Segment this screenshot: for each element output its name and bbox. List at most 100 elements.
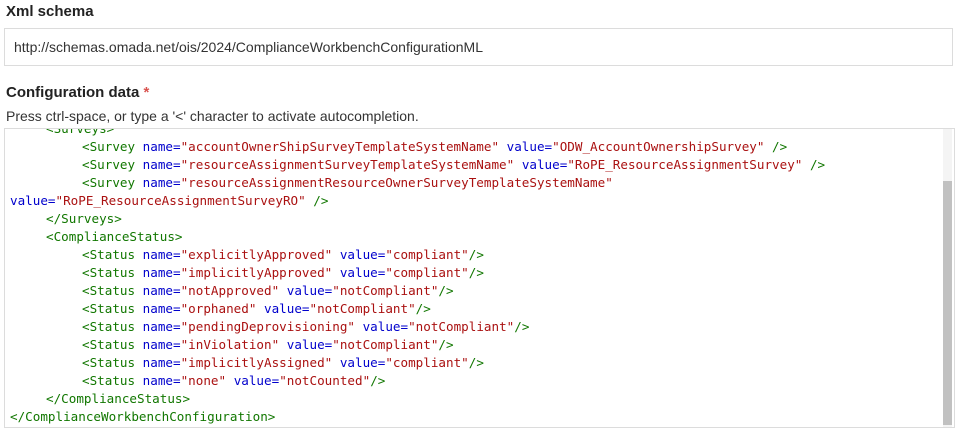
code-token: "implicitlyAssigned" — [180, 355, 333, 370]
code-token: value= — [339, 265, 386, 280]
code-token: "pendingDeprovisioning" — [180, 319, 355, 334]
code-token: value= — [339, 355, 386, 370]
code-line: <Survey name="accountOwnerShipSurveyTemp… — [10, 138, 825, 156]
code-token: <ComplianceStatus> — [46, 229, 183, 244]
code-token: name= — [142, 247, 181, 262]
code-token: name= — [142, 301, 181, 316]
code-token: name= — [142, 355, 181, 370]
code-token: <Status — [82, 301, 143, 316]
code-token: <Status — [82, 265, 143, 280]
code-token: <Status — [82, 283, 143, 298]
code-token: "resourceAssignmentSurveyTemplateSystemN… — [180, 157, 515, 172]
code-token: "resourceAssignmentResourceOwnerSurveyTe… — [180, 175, 613, 190]
code-token: name= — [142, 373, 181, 388]
code-token: value= — [521, 157, 568, 172]
code-token: "compliant" — [385, 355, 469, 370]
configuration-data-label: Configuration data * — [6, 84, 149, 101]
code-token: /> — [468, 265, 484, 280]
xml-schema-label: Xml schema — [6, 3, 94, 20]
code-token: /> — [305, 193, 329, 208]
code-line: <Status name="none" value="notCounted"/> — [10, 372, 825, 390]
code-token: <Status — [82, 337, 143, 352]
code-line: </ComplianceStatus> — [10, 390, 825, 408]
code-token: value= — [264, 301, 310, 316]
code-token: value= — [506, 139, 553, 154]
code-token: <Status — [82, 355, 143, 370]
code-token: "inViolation" — [180, 337, 280, 352]
code-token: name= — [142, 319, 181, 334]
code-token: "orphaned" — [180, 301, 257, 316]
code-token: "notApproved" — [180, 283, 280, 298]
code-token: /> — [370, 373, 386, 388]
code-token: <Survey — [82, 175, 143, 190]
code-token: <Status — [82, 319, 143, 334]
code-token: </ComplianceWorkbenchConfiguration> — [10, 409, 276, 424]
code-token: /> — [468, 355, 484, 370]
code-line: <Status name="notApproved" value="notCom… — [10, 282, 825, 300]
code-token: "none" — [180, 373, 227, 388]
code-token: /> — [468, 247, 484, 262]
code-token: "notCompliant" — [332, 337, 439, 352]
code-token: "compliant" — [385, 247, 469, 262]
code-token: "RoPE_ResourceAssignmentSurvey" — [567, 157, 803, 172]
code-token: <Surveys> — [46, 128, 115, 136]
code-token: "implicitlyApproved" — [180, 265, 333, 280]
configuration-code-editor[interactable]: <Surveys> <Survey name="accountOwnerShipS… — [4, 128, 955, 428]
editor-vertical-scrollbar[interactable] — [943, 129, 952, 427]
code-line: </ComplianceWorkbenchConfiguration> — [10, 408, 825, 426]
code-token: </ComplianceStatus> — [46, 391, 191, 406]
code-token: </Surveys> — [46, 211, 122, 226]
code-line: <Status name="implicitlyAssigned" value=… — [10, 354, 825, 372]
code-line: <Status name="explicitlyApproved" value=… — [10, 246, 825, 264]
code-token: "RoPE_ResourceAssignmentSurveyRO" — [55, 193, 306, 208]
code-token: "notCompliant" — [309, 301, 416, 316]
required-marker: * — [143, 84, 150, 101]
code-token: /> — [514, 319, 530, 334]
xml-schema-value: http://schemas.omada.net/ois/2024/Compli… — [14, 39, 483, 55]
code-token: value= — [233, 373, 280, 388]
code-token: /> — [802, 157, 826, 172]
code-line: </Surveys> — [10, 210, 825, 228]
code-token: "notCounted" — [279, 373, 371, 388]
code-line: <Status name="inViolation" value="notCom… — [10, 336, 825, 354]
code-token: /> — [438, 283, 454, 298]
scrollbar-thumb[interactable] — [943, 181, 952, 425]
code-token: name= — [142, 337, 181, 352]
xml-schema-field[interactable]: http://schemas.omada.net/ois/2024/Compli… — [4, 28, 953, 66]
code-token: name= — [142, 283, 181, 298]
code-token: value= — [10, 193, 56, 208]
code-token: <Survey — [82, 139, 143, 154]
code-token: name= — [142, 139, 181, 154]
code-content[interactable]: <Surveys> <Survey name="accountOwnerShipS… — [10, 128, 825, 426]
code-token: name= — [142, 175, 181, 190]
code-line: value="RoPE_ResourceAssignmentSurveyRO" … — [10, 192, 825, 210]
code-token: /> — [415, 301, 431, 316]
code-token: value= — [362, 319, 409, 334]
code-token: /> — [438, 337, 454, 352]
code-token: value= — [286, 283, 333, 298]
code-token: name= — [142, 265, 181, 280]
code-token: name= — [142, 157, 181, 172]
code-line: <Status name="pendingDeprovisioning" val… — [10, 318, 825, 336]
code-token: <Status — [82, 373, 143, 388]
autocompletion-hint: Press ctrl-space, or type a '<' characte… — [6, 108, 419, 124]
code-token: value= — [339, 247, 386, 262]
code-token: "notCompliant" — [408, 319, 515, 334]
code-line: <Surveys> — [10, 128, 825, 138]
code-token: "accountOwnerShipSurveyTemplateSystemNam… — [180, 139, 500, 154]
code-token: "explicitlyApproved" — [180, 247, 333, 262]
code-token: value= — [286, 337, 333, 352]
code-line: <Survey name="resourceAssignmentSurveyTe… — [10, 156, 825, 174]
code-line: <Survey name="resourceAssignmentResource… — [10, 174, 825, 192]
code-token: <Survey — [82, 157, 143, 172]
code-token: /> — [764, 139, 788, 154]
